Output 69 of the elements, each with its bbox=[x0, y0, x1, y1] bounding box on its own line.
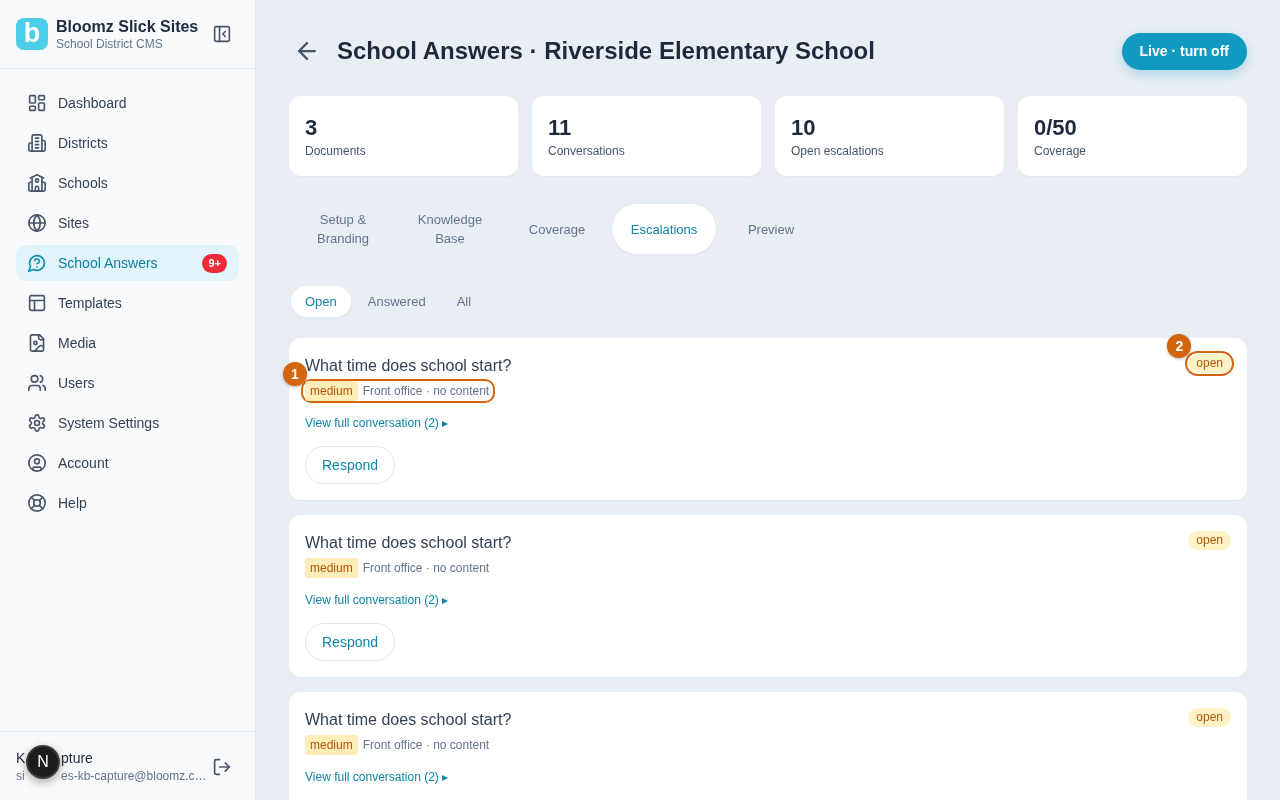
section-tab[interactable]: Escalations bbox=[612, 204, 716, 254]
question-bubble-icon bbox=[28, 254, 46, 272]
live-toggle-button[interactable]: Live · turn off bbox=[1121, 32, 1247, 70]
logout-icon[interactable] bbox=[213, 758, 231, 776]
section-tab[interactable]: Preview bbox=[719, 204, 823, 254]
filter-tab[interactable]: Answered bbox=[353, 286, 440, 317]
building-icon bbox=[28, 134, 46, 152]
stat-label: Conversations bbox=[548, 143, 625, 159]
sidebar-item[interactable]: School Answers 9+ bbox=[16, 245, 239, 281]
school-icon bbox=[28, 174, 46, 192]
status-badge: open bbox=[1188, 708, 1231, 727]
app-title: Bloomz Slick Sites bbox=[56, 16, 200, 36]
user-email: si bbox=[16, 769, 26, 784]
stat-label: Open escalations bbox=[791, 143, 884, 159]
sidebar-item[interactable]: Account bbox=[16, 445, 239, 481]
question-text: What time does school start? bbox=[305, 710, 512, 730]
stat-value: 10 bbox=[791, 115, 816, 141]
users-icon bbox=[28, 374, 46, 392]
respond-button[interactable]: Respond bbox=[305, 446, 396, 484]
stat-label: Coverage bbox=[1034, 143, 1087, 159]
sidebar-item[interactable]: Users bbox=[16, 365, 239, 401]
annotation-marker[interactable]: 2 bbox=[1167, 334, 1192, 358]
layout-icon bbox=[28, 294, 46, 312]
sidebar-item[interactable]: Templates bbox=[16, 285, 239, 321]
page-title: School Answers · Riverside Elementary School bbox=[337, 36, 875, 66]
status-badge: open bbox=[1188, 531, 1231, 550]
sidebar-item[interactable]: Sites bbox=[16, 205, 239, 241]
source-text: Front office · no content bbox=[362, 383, 490, 399]
user-name: K bbox=[16, 750, 26, 767]
sidebar-item[interactable]: System Settings bbox=[16, 405, 239, 441]
image-file-icon bbox=[28, 334, 46, 352]
logo-tile: b bbox=[16, 17, 48, 50]
stat-value: 3 bbox=[305, 115, 318, 141]
priority-badge: medium bbox=[305, 735, 358, 755]
user-circle-icon bbox=[28, 454, 46, 472]
question-text: What time does school start? bbox=[305, 356, 512, 376]
sidebar-item[interactable]: Districts bbox=[16, 125, 239, 161]
lifebuoy-icon bbox=[28, 494, 46, 512]
count-badge: 9+ bbox=[202, 253, 227, 273]
conversation-link[interactable]: View full conversation (2) ▸ bbox=[305, 591, 449, 609]
section-tab[interactable]: Coverage bbox=[505, 204, 609, 254]
priority-badge: medium bbox=[305, 558, 358, 578]
respond-button[interactable]: Respond bbox=[305, 623, 396, 661]
conversation-link[interactable]: View full conversation (2) ▸ bbox=[305, 414, 449, 432]
stat-label: Documents bbox=[305, 143, 366, 159]
filter-tab[interactable]: Open bbox=[291, 286, 351, 317]
conversation-link[interactable]: View full conversation (2) ▸ bbox=[305, 768, 449, 786]
app-subtitle: School District CMS bbox=[56, 36, 164, 51]
priority-badge: medium bbox=[305, 381, 358, 401]
sidebar-item[interactable]: Media bbox=[16, 325, 239, 361]
user-name: pture bbox=[61, 750, 93, 767]
source-text: Front office · no content bbox=[362, 737, 490, 753]
stat-value: 0/50 bbox=[1034, 115, 1077, 141]
section-tab[interactable]: Knowledge Base bbox=[398, 204, 502, 254]
stat-value: 11 bbox=[548, 115, 572, 141]
sidebar-item[interactable]: Help bbox=[16, 485, 239, 521]
annotation-marker[interactable]: 1 bbox=[283, 362, 307, 386]
section-tab[interactable]: Setup & Branding bbox=[291, 204, 395, 254]
sidebar-collapse-icon[interactable] bbox=[213, 24, 231, 43]
globe-icon bbox=[28, 214, 46, 232]
source-text: Front office · no content bbox=[362, 560, 490, 576]
question-text: What time does school start? bbox=[305, 533, 512, 553]
filter-tab[interactable]: All bbox=[442, 286, 486, 317]
dashboard-grid-icon bbox=[28, 94, 46, 112]
status-badge: open bbox=[1188, 354, 1231, 373]
settings-icon bbox=[28, 414, 46, 432]
sidebar-item[interactable]: Dashboard bbox=[16, 85, 239, 121]
sidebar-item[interactable]: Schools bbox=[16, 165, 239, 201]
user-email: es-kb-capture@bloomz.c… bbox=[61, 769, 207, 784]
